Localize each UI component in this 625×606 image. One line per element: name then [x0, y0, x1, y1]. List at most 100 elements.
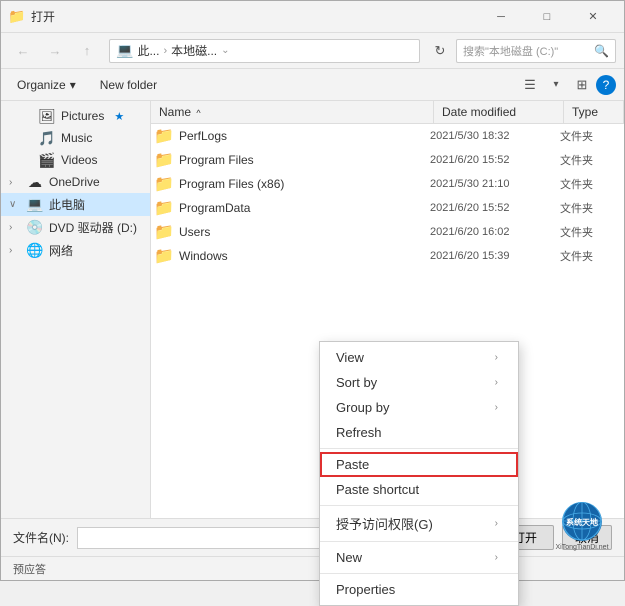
- sidebar-item-thispc[interactable]: ∨ 💻 此电脑: [1, 193, 150, 216]
- ctx-separator-3: [320, 541, 518, 542]
- address-chevron: ⌄: [221, 45, 229, 56]
- sidebar-item-onedrive[interactable]: › ☁ OneDrive: [1, 171, 150, 193]
- onedrive-icon: ☁: [27, 174, 43, 190]
- sidebar-label-network: 网络: [49, 242, 73, 259]
- expander-dvd: ›: [9, 222, 21, 233]
- ctx-separator-2: [320, 505, 518, 506]
- network-icon: 🌐: [27, 243, 43, 259]
- window-icon: 📁: [9, 9, 25, 25]
- ctx-paste-label: Paste: [336, 457, 369, 472]
- file-name-0: PerfLogs: [179, 129, 430, 143]
- sidebar-item-music[interactable]: 🎵 Music: [1, 127, 150, 149]
- sidebar-item-dvd[interactable]: › 💿 DVD 驱动器 (D:): [1, 216, 150, 239]
- col-date-label: Date modified: [442, 105, 516, 119]
- dvd-icon: 💿: [27, 220, 43, 236]
- videos-icon: 🎬: [39, 152, 55, 168]
- ctx-refresh-label: Refresh: [336, 425, 382, 440]
- footer-text: 预应答: [13, 561, 46, 577]
- search-bar[interactable]: 搜索"本地磁盘 (C:)" 🔍: [456, 39, 616, 63]
- window: 📁 打开 ─ □ ✕ ← → ↑ 💻 此... › 本地磁... ⌄ ↻ 搜索"…: [0, 0, 625, 581]
- pin-icon: ★: [114, 110, 124, 123]
- ctx-item-paste-shortcut[interactable]: Paste shortcut: [320, 477, 518, 502]
- file-date-3: 2021/6/20 15:52: [430, 202, 560, 214]
- ctx-item-group-by[interactable]: Group by ›: [320, 395, 518, 420]
- sidebar-label-music: Music: [61, 131, 92, 145]
- address-bar[interactable]: 💻 此... › 本地磁... ⌄: [109, 39, 420, 63]
- file-name-4: Users: [179, 225, 430, 239]
- col-header-type[interactable]: Type: [564, 101, 624, 123]
- forward-button[interactable]: →: [41, 37, 69, 65]
- organize-toolbar: Organize ▾ New folder ☰ ▾ ⊞ ?: [1, 69, 624, 101]
- address-sep1: ›: [163, 45, 167, 57]
- ctx-access-arrow: ›: [495, 518, 498, 529]
- pane-button[interactable]: ⊞: [570, 73, 594, 97]
- ctx-separator-4: [320, 573, 518, 574]
- new-folder-label: New folder: [100, 78, 157, 92]
- file-name-3: ProgramData: [179, 201, 430, 215]
- file-type-1: 文件夹: [560, 152, 620, 168]
- ctx-item-view[interactable]: View ›: [320, 345, 518, 370]
- view-arrow-button[interactable]: ▾: [544, 73, 568, 97]
- file-name-5: Windows: [179, 249, 430, 263]
- ctx-item-access[interactable]: 授予访问权限(G) ›: [320, 509, 518, 538]
- titlebar: 📁 打开 ─ □ ✕: [1, 1, 624, 33]
- address-part2: 本地磁...: [171, 42, 217, 59]
- file-list-header: Name ^ Date modified Type: [151, 101, 624, 124]
- ctx-item-refresh[interactable]: Refresh: [320, 420, 518, 445]
- table-row[interactable]: 📁 Users 2021/6/20 16:02 文件夹: [151, 220, 624, 244]
- ctx-separator-1: [320, 448, 518, 449]
- minimize-button[interactable]: ─: [478, 1, 524, 33]
- expander-thispc: ∨: [9, 199, 21, 210]
- window-title: 打开: [31, 8, 478, 25]
- ctx-item-sort-by[interactable]: Sort by ›: [320, 370, 518, 395]
- table-row[interactable]: 📁 ProgramData 2021/6/20 15:52 文件夹: [151, 196, 624, 220]
- sidebar-item-network[interactable]: › 🌐 网络: [1, 239, 150, 262]
- table-row[interactable]: 📁 Program Files 2021/6/20 15:52 文件夹: [151, 148, 624, 172]
- folder-icon-1: 📁: [155, 151, 173, 169]
- close-button[interactable]: ✕: [570, 1, 616, 33]
- filename-label: 文件名(N):: [13, 529, 69, 546]
- footer: 预应答: [1, 556, 624, 580]
- folder-icon-4: 📁: [155, 223, 173, 241]
- col-header-date[interactable]: Date modified: [434, 101, 564, 123]
- ctx-item-paste[interactable]: Paste: [320, 452, 518, 477]
- folder-icon-5: 📁: [155, 247, 173, 265]
- help-button[interactable]: ?: [596, 75, 616, 95]
- music-icon: 🎵: [39, 130, 55, 146]
- file-type-4: 文件夹: [560, 224, 620, 240]
- ctx-view-arrow: ›: [495, 352, 498, 363]
- ctx-view-label: View: [336, 350, 364, 365]
- search-icon: 🔍: [594, 44, 609, 58]
- ctx-properties-label: Properties: [336, 582, 395, 597]
- file-type-3: 文件夹: [560, 200, 620, 216]
- up-button[interactable]: ↑: [73, 37, 101, 65]
- table-row[interactable]: 📁 PerfLogs 2021/5/30 18:32 文件夹: [151, 124, 624, 148]
- ctx-new-label: New: [336, 550, 362, 565]
- file-date-1: 2021/6/20 15:52: [430, 154, 560, 166]
- folder-icon-2: 📁: [155, 175, 173, 193]
- file-date-4: 2021/6/20 16:02: [430, 226, 560, 238]
- file-type-2: 文件夹: [560, 176, 620, 192]
- sort-arrow: ^: [196, 108, 200, 118]
- col-header-name[interactable]: Name ^: [151, 101, 434, 123]
- ctx-paste-shortcut-label: Paste shortcut: [336, 482, 419, 497]
- new-folder-button[interactable]: New folder: [92, 75, 165, 95]
- organize-button[interactable]: Organize ▾: [9, 75, 84, 95]
- sidebar-item-videos[interactable]: 🎬 Videos: [1, 149, 150, 171]
- table-row[interactable]: 📁 Program Files (x86) 2021/5/30 21:10 文件…: [151, 172, 624, 196]
- ctx-access-label: 授予访问权限(G): [336, 514, 433, 533]
- ctx-item-new[interactable]: New ›: [320, 545, 518, 570]
- refresh-button[interactable]: ↻: [428, 39, 452, 63]
- bottom-bar: 文件名(N): 打开 取消: [1, 518, 624, 556]
- table-row[interactable]: 📁 Windows 2021/6/20 15:39 文件夹: [151, 244, 624, 268]
- sidebar-item-pictures[interactable]: 🖼 Pictures ★: [1, 105, 150, 127]
- col-name-label: Name: [159, 105, 191, 119]
- maximize-button[interactable]: □: [524, 1, 570, 33]
- col-type-label: Type: [572, 105, 598, 119]
- back-button[interactable]: ←: [9, 37, 37, 65]
- search-placeholder: 搜索"本地磁盘 (C:)": [463, 43, 558, 59]
- view-mode-button[interactable]: ☰: [518, 73, 542, 97]
- ctx-group-label: Group by: [336, 400, 389, 415]
- expander-onedrive: ›: [9, 177, 21, 188]
- ctx-new-arrow: ›: [495, 552, 498, 563]
